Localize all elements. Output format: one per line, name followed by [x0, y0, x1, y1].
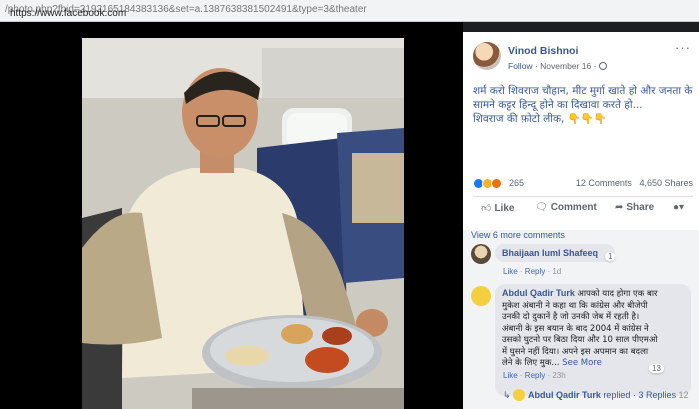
comment-reaction-count: 1	[608, 252, 613, 261]
comment-text-line-7: लेने के लिए मुक...	[502, 358, 560, 368]
comment-reply-link[interactable]: Reply	[525, 267, 545, 276]
thumbs-up-icon: 👍︎	[481, 203, 492, 214]
comment-bubble: Bhaijaan Iuml Shafeeq	[495, 244, 615, 262]
reactions-bar: 265 12 Comments 4,650 Shares	[473, 178, 693, 192]
shares-count[interactable]: 4,650 Shares	[639, 178, 693, 188]
comment-reaction-badge[interactable]: 1	[605, 252, 616, 261]
pointing-down-emoji: 👇👇👇	[567, 113, 607, 125]
reply-trailing: 12	[678, 390, 689, 400]
comment-time[interactable]: 1d	[552, 267, 561, 276]
comment-text-line: उनकी दो दुकानें है जो उनकी जेब में रहती …	[502, 312, 640, 322]
comment-reaction-count: 13	[652, 364, 661, 373]
url-domain: https://www.facebook.com	[10, 8, 127, 19]
commenter-avatar[interactable]	[471, 244, 491, 264]
audience-dropdown[interactable]: ●▾	[673, 202, 684, 213]
share-icon: ➦	[615, 202, 624, 213]
globe-icon	[598, 62, 607, 70]
commenter-name[interactable]: Bhaijaan Iuml Shafeeq	[502, 248, 598, 258]
photo-illustration	[82, 38, 404, 409]
comment-label: Comment	[550, 202, 597, 213]
post-actions: 👍︎ Like 🗨︎ Comment ➦ Share ●▾	[473, 200, 697, 218]
reply-separator: ·	[632, 390, 636, 400]
reply-verb: replied	[603, 390, 631, 400]
post-text: शर्म करो शिवराज चौहान, मीट मुर्गा खाते ह…	[473, 84, 693, 126]
more-dots-icon[interactable]: ···	[675, 40, 691, 55]
reply-author: Abdul Qadir Turk	[528, 390, 601, 400]
post-side-panel: Vinod Bishnoi Follow · November 16 · ···…	[463, 32, 699, 409]
url-text[interactable]: https://www.facebook.com/photo.php?fbid=…	[5, 4, 367, 19]
post-text-line-3: शिवराज की फ़ोटो लीक,	[473, 113, 565, 125]
like-label: Like	[494, 203, 515, 214]
comments-count[interactable]: 12 Comments	[576, 178, 632, 188]
comments-section: View 6 more comments Bhaijaan Iuml Shafe…	[463, 230, 699, 409]
comment-header: Abdul Qadir Turk आपको याद होगा एक बार	[502, 288, 684, 301]
view-more-comments-link[interactable]: View 6 more comments	[471, 230, 565, 240]
post-date[interactable]: November 16	[540, 61, 591, 71]
browser-address-bar[interactable]: https://www.facebook.com/photo.php?fbid=…	[0, 0, 699, 22]
post-text-line: शर्म करो शिवराज चौहान, मीट मुर्गा खाते ह…	[473, 85, 693, 97]
follow-link[interactable]: Follow	[508, 61, 533, 71]
replies-summary[interactable]: ↳ Abdul Qadir Turk replied · 3 Replies 1…	[503, 389, 689, 401]
author-name[interactable]: Vinod Bishnoi	[508, 45, 578, 57]
comment-reaction-badge[interactable]: 13	[649, 364, 664, 373]
comment-reply-link[interactable]: Reply	[525, 371, 545, 380]
comment-button[interactable]: 🗨︎ Comment	[535, 202, 597, 213]
see-more-link[interactable]: See More	[562, 358, 602, 368]
photo-theater	[0, 22, 463, 409]
angry-reaction-icon	[491, 178, 502, 189]
divider	[473, 196, 693, 197]
reaction-icons[interactable]	[473, 178, 502, 191]
reply-avatar	[513, 389, 526, 401]
comment-actions: Like · Reply · 1d	[503, 267, 562, 276]
comment-icon: 🗨︎	[535, 202, 548, 213]
reply-count: 3 Replies	[638, 390, 676, 400]
audience-icon: ●▾	[673, 202, 685, 213]
comment-text-line: अंबानी के इस बयान के बाद 2004 में कांग्र…	[502, 323, 649, 334]
post-photo[interactable]	[82, 38, 404, 409]
post-text-line: सामने कट्टर हिन्दू होने का दिखावा करते ह…	[473, 99, 643, 111]
comment-text: मुकेश अंबानी ने कहा था कि कांग्रेस और बी…	[502, 301, 684, 370]
comment-time[interactable]: 23h	[552, 371, 565, 380]
post-text-line: शिवराज की फ़ोटो लीक, 👇👇👇	[473, 112, 693, 126]
commenter-name[interactable]: Abdul Qadir Turk	[502, 288, 575, 298]
reply-arrow-icon: ↳	[503, 390, 514, 400]
comment-like-link[interactable]: Like	[503, 371, 518, 380]
comment-text-line: उसको घुटनो पर बिठा दिया और 10 साल पीएमओ	[502, 335, 658, 345]
meta-separator-2: ·	[593, 61, 599, 71]
comment-text-line: मुकेश अंबानी ने कहा था कि कांग्रेस और बी…	[502, 300, 648, 311]
comment-text-line: आपको याद होगा एक बार	[577, 289, 658, 299]
comment-actions: Like · Reply · 23h	[503, 371, 566, 380]
share-button[interactable]: ➦ Share	[615, 202, 654, 213]
commenter-avatar[interactable]	[471, 286, 491, 306]
post-meta: Follow · November 16 ·	[508, 61, 607, 71]
comment-share-counts: 12 Comments 4,650 Shares	[576, 178, 693, 188]
like-button[interactable]: 👍︎ Like	[481, 202, 514, 214]
reaction-count[interactable]: 265	[509, 178, 524, 188]
comment-like-link[interactable]: Like	[503, 267, 518, 276]
comment-text-line: में घुसने नहीं दिया। अपने इस अपमान का बद…	[502, 346, 649, 357]
author-avatar[interactable]	[473, 42, 501, 70]
share-label: Share	[626, 202, 655, 213]
